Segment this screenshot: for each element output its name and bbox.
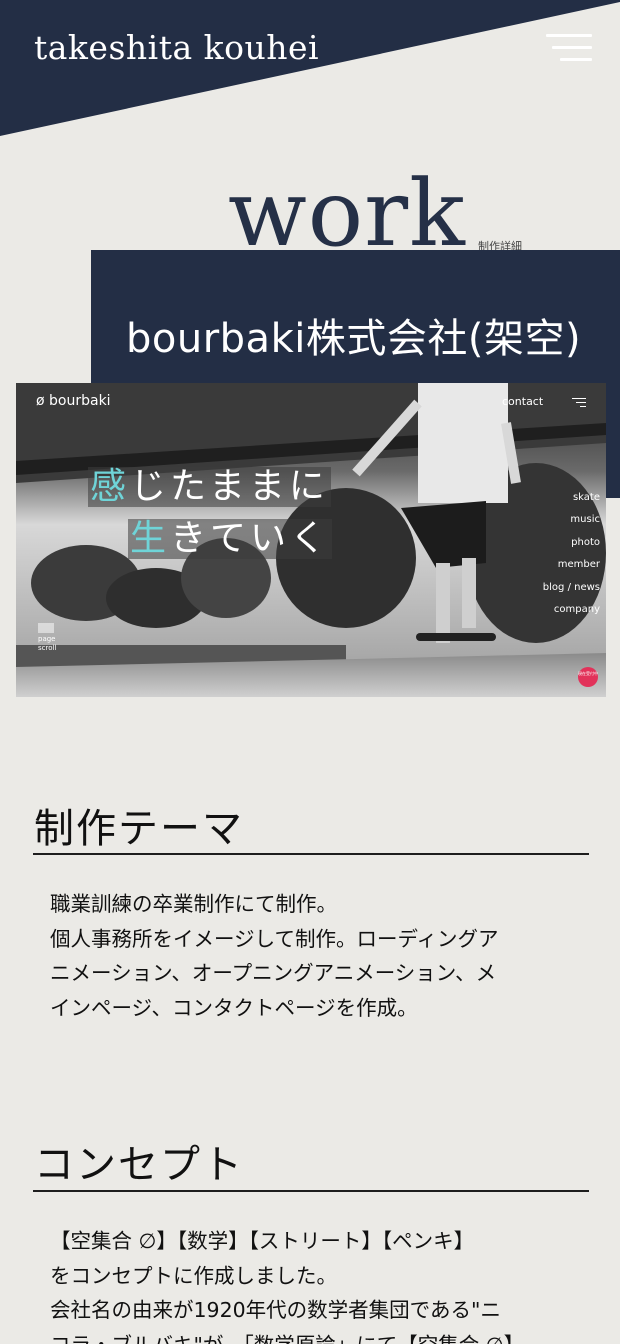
screenshot-contact-link: contact xyxy=(502,395,544,408)
section-heading: work xyxy=(228,160,466,267)
screenshot-badge: 現在受付中 xyxy=(578,667,598,687)
screenshot-logo: ø bourbaki xyxy=(36,393,111,409)
screenshot-catchcopy-line1: 感じたままに xyxy=(88,466,331,507)
theme-text: 職業訓練の卒業制作にて制作。 個人事務所をイメージして制作。ローディングア ニメ… xyxy=(50,892,499,1021)
screenshot-nav-item: music xyxy=(570,514,600,526)
screenshot-scroll-icon xyxy=(38,623,54,633)
screenshot-nav: skate music photo member blog / news com… xyxy=(518,487,600,621)
project-screenshot: ø bourbaki contact 感じたままに 生きていく skate mu… xyxy=(16,383,606,697)
project-title: bourbaki株式会社(架空) xyxy=(126,316,582,362)
header-background xyxy=(0,0,620,136)
screenshot-nav-item: photo xyxy=(571,536,600,548)
screenshot-catchcopy-line2: 生きていく xyxy=(128,518,333,559)
screenshot-nav-item: skate xyxy=(572,492,600,503)
concept-heading: コンセプト xyxy=(34,1142,244,1188)
theme-heading: 制作テーマ xyxy=(34,806,244,852)
screenshot-nav-item: member xyxy=(557,559,600,571)
screenshot-nav-item: company xyxy=(553,603,600,615)
theme-divider xyxy=(33,853,589,855)
screenshot-scroll-label: page scroll xyxy=(38,635,57,653)
concept-divider xyxy=(33,1190,589,1192)
screenshot-nav-item: blog / news xyxy=(542,581,600,593)
hamburger-menu-icon[interactable] xyxy=(544,32,592,64)
concept-text: 【空集合 ∅】【数学】【ストリート】【ペンキ】 をコンセプトに作成しました。 会… xyxy=(50,1229,524,1344)
site-title[interactable]: takeshita kouhei xyxy=(34,28,319,67)
screenshot-menu-icon xyxy=(572,398,586,407)
